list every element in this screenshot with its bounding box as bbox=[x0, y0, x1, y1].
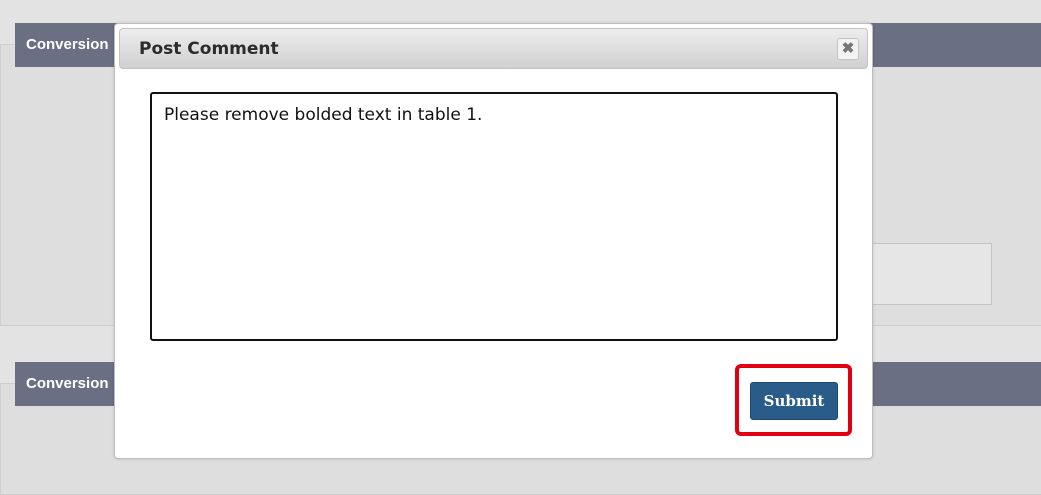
background-panel-1-title: Conversion bbox=[26, 36, 109, 53]
dialog-titlebar[interactable]: Post Comment ✖ bbox=[119, 28, 868, 69]
background-panel-2-title: Conversion bbox=[26, 375, 109, 392]
dialog-title: Post Comment bbox=[139, 39, 279, 59]
submit-button[interactable]: Submit bbox=[750, 382, 838, 420]
close-button[interactable]: ✖ bbox=[837, 38, 859, 60]
post-comment-dialog: Post Comment ✖ Please remove bolded text… bbox=[114, 23, 873, 459]
comment-textarea[interactable]: Please remove bolded text in table 1. bbox=[150, 92, 838, 341]
background-box bbox=[860, 243, 992, 305]
close-icon: ✖ bbox=[841, 40, 855, 57]
